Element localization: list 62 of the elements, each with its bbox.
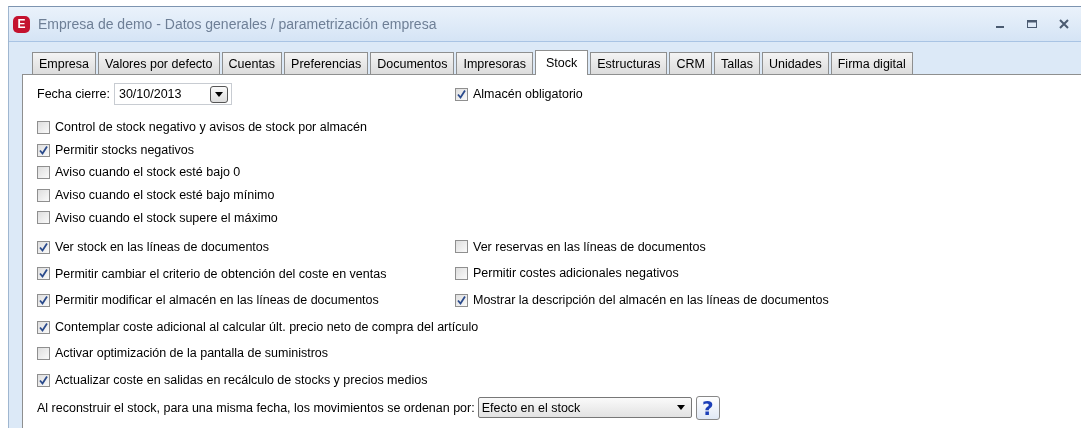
window-title: Empresa de demo - Datos generales / parametrización empresa: [38, 16, 437, 32]
checkbox-label: Activar optimización de la pantalla de suministros: [55, 346, 329, 361]
checkmark-icon: [38, 144, 49, 156]
tab[interactable]: Empresa: [32, 52, 97, 74]
app-icon: E: [13, 15, 30, 33]
checkbox[interactable]: [37, 211, 50, 225]
tab[interactable]: Estructuras: [590, 52, 668, 74]
tab[interactable]: Documentos: [370, 52, 455, 74]
checkbox-label: Contemplar coste adicional al calcular últ. precio neto de compra del artículo: [55, 320, 479, 335]
checkmark-icon: [38, 374, 49, 386]
checkbox[interactable]: [37, 320, 50, 334]
checkbox-label: Permitir costes adicionales negativos: [473, 266, 679, 281]
checkbox-label: Control de stock negativo y avisos de stock por almacén: [55, 120, 367, 135]
field-label: Fecha cierre:: [37, 87, 110, 101]
checkbox-label: Aviso cuando el stock esté bajo mínimo: [55, 188, 275, 203]
tab[interactable]: Firma digital: [830, 52, 913, 74]
date-field[interactable]: 30/10/2013: [113, 83, 232, 105]
checkbox-label: Permitir modificar el almacén en las líneas de documentos: [55, 293, 379, 308]
tab[interactable]: Preferencias: [284, 52, 369, 74]
checkbox[interactable]: [37, 120, 50, 134]
checkbox-label: Aviso cuando el stock supere el máximo: [55, 210, 278, 225]
checkmark-icon: [38, 268, 49, 280]
checkbox-label: Ver reservas en las líneas de documentos: [473, 239, 706, 254]
tab[interactable]: Tallas: [713, 52, 760, 74]
checkbox[interactable]: [37, 373, 50, 387]
maximize-icon[interactable]: [1025, 17, 1039, 31]
field-label: Al reconstruir el stock, para una misma fecha, los movimientos se ordenan por:: [37, 400, 475, 415]
tab[interactable]: Impresoras: [456, 52, 533, 74]
checkmark-icon: [38, 294, 49, 306]
tab[interactable]: CRM: [669, 52, 712, 74]
checkbox[interactable]: [37, 240, 50, 254]
help-button[interactable]: ?: [695, 395, 720, 420]
checkbox[interactable]: [37, 188, 50, 202]
tab[interactable]: Valores por defecto: [98, 52, 220, 74]
order-select[interactable]: Efecto en el stock: [477, 397, 692, 419]
checkbox-label: Permitir stocks negativos: [55, 143, 194, 158]
checkbox-label: Permitir cambiar el criterio de obtención del coste en ventas: [55, 266, 387, 281]
checkbox[interactable]: [455, 240, 468, 254]
checkbox[interactable]: [455, 87, 468, 101]
checkbox[interactable]: [455, 266, 468, 280]
checkbox[interactable]: [37, 267, 50, 281]
checkmark-icon: [456, 294, 467, 306]
checkbox[interactable]: [455, 293, 468, 307]
tab[interactable]: Stock: [535, 50, 589, 75]
caret-icon: [214, 91, 223, 97]
checkmark-icon: [456, 88, 467, 100]
checkbox-label: Almacén obligatorio: [473, 87, 583, 101]
caret-icon: [676, 405, 685, 411]
dropdown-button[interactable]: [209, 85, 228, 103]
checkbox[interactable]: [37, 346, 50, 360]
checkbox-label: Aviso cuando el stock esté bajo 0: [55, 165, 241, 180]
tab[interactable]: Cuentas: [221, 52, 283, 74]
checkbox-label: Actualizar coste en salidas en recálculo de stocks y precios medios: [55, 373, 428, 388]
checkmark-icon: [38, 241, 49, 253]
checkbox-label: Mostrar la descripción del almacén en las líneas de documentos: [473, 293, 829, 308]
tab[interactable]: Unidades: [761, 52, 829, 74]
close-icon[interactable]: [1057, 17, 1071, 31]
checkbox[interactable]: [37, 293, 50, 307]
checkbox-label: Ver stock en las líneas de documentos: [55, 240, 269, 255]
checkbox[interactable]: [37, 165, 50, 179]
checkbox[interactable]: [37, 143, 50, 157]
checkmark-icon: [38, 321, 49, 333]
